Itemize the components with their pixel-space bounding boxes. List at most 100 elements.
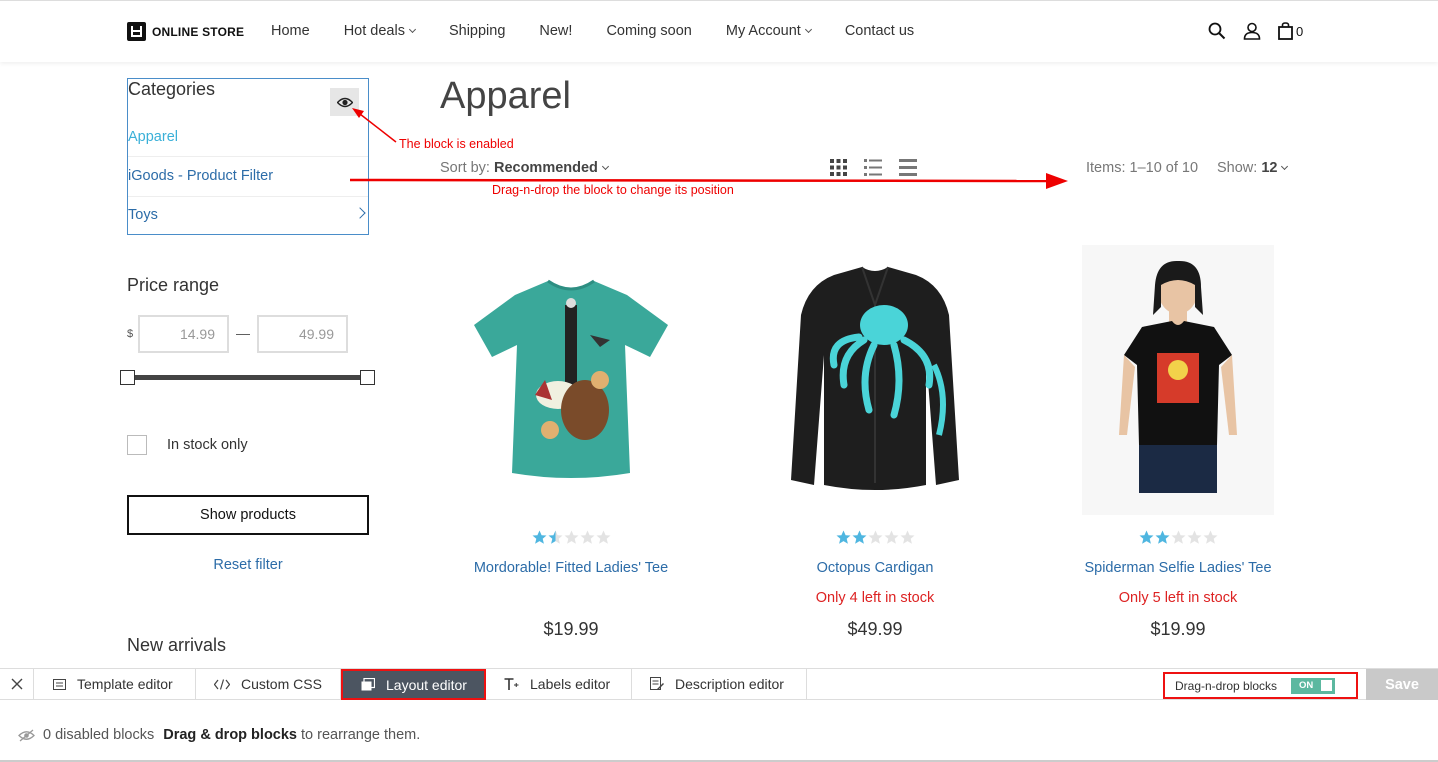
price-min-input[interactable]: 14.99 bbox=[138, 315, 229, 353]
drag-drop-hint-text: to rearrange them. bbox=[301, 727, 421, 743]
disabled-blocks-panel: 0 disabled blocks Drag & drop blocks to … bbox=[0, 700, 1438, 762]
tab-label: Layout editor bbox=[386, 676, 467, 693]
logo-icon bbox=[127, 22, 146, 41]
divider bbox=[128, 196, 368, 197]
tab-labels-editor[interactable]: Labels editor bbox=[486, 669, 632, 699]
product-image[interactable] bbox=[440, 245, 702, 515]
disabled-blocks-count: 0 disabled blocks bbox=[43, 727, 155, 743]
nav-label: Home bbox=[271, 23, 310, 39]
site-header: ONLINE STORE Home Hot deals Shipping New… bbox=[0, 0, 1438, 62]
nav-label: Contact us bbox=[844, 23, 915, 39]
description-icon bbox=[650, 677, 664, 690]
close-editor-button[interactable] bbox=[0, 669, 34, 699]
product-name[interactable]: Mordorable! Fitted Ladies' Tee bbox=[440, 560, 702, 576]
table-view-icon[interactable] bbox=[899, 159, 917, 176]
nav-item-coming-soon[interactable]: Coming soon bbox=[606, 23, 691, 39]
store-logo[interactable]: ONLINE STORE bbox=[127, 22, 244, 41]
per-page-dropdown[interactable]: Show: 12 bbox=[1217, 160, 1289, 176]
star-filled-icon bbox=[1139, 530, 1153, 544]
star-empty-icon bbox=[884, 530, 898, 544]
show-products-button[interactable]: Show products bbox=[127, 495, 369, 535]
nav-label: My Account bbox=[725, 23, 801, 39]
price-slider-min-handle[interactable] bbox=[120, 370, 135, 385]
nav-item-my-account[interactable]: My Account bbox=[725, 23, 812, 39]
star-empty-icon bbox=[596, 530, 610, 544]
in-stock-label[interactable]: In stock only bbox=[167, 437, 248, 453]
product-rating bbox=[744, 530, 1006, 545]
nav-item-new[interactable]: New! bbox=[539, 23, 572, 39]
tab-layout-editor[interactable]: Layout editor bbox=[341, 669, 486, 700]
category-label: Toys bbox=[128, 207, 158, 223]
eye-slash-icon bbox=[18, 729, 35, 741]
price-max-input[interactable]: 49.99 bbox=[257, 315, 348, 353]
product-image[interactable] bbox=[744, 245, 1006, 515]
sort-value: Recommended bbox=[493, 160, 598, 176]
category-igoods-product-filter[interactable]: iGoods - Product Filter bbox=[128, 168, 368, 184]
star-empty-icon bbox=[564, 530, 578, 544]
nav-item-contact-us[interactable]: Contact us bbox=[845, 23, 914, 39]
save-button[interactable]: Save bbox=[1366, 669, 1438, 700]
tab-label: Custom CSS bbox=[241, 676, 322, 692]
stock-warning: Only 4 left in stock bbox=[815, 590, 935, 606]
price-slider-track[interactable] bbox=[127, 375, 368, 380]
view-mode-switcher bbox=[830, 159, 917, 176]
categories-block[interactable]: Categories Apparel iGoods - Product Filt… bbox=[127, 78, 369, 235]
category-apparel[interactable]: Apparel bbox=[128, 129, 368, 145]
reset-filter-link[interactable]: Reset filter bbox=[127, 557, 369, 573]
category-toys[interactable]: Toys bbox=[128, 207, 368, 223]
nav-label: New! bbox=[539, 23, 573, 39]
star-empty-icon bbox=[580, 530, 594, 544]
nav-label: Shipping bbox=[448, 23, 506, 39]
product-rating bbox=[440, 530, 702, 545]
template-icon bbox=[53, 678, 66, 690]
star-empty-icon bbox=[1203, 530, 1217, 544]
chevron-down-icon bbox=[1281, 162, 1289, 171]
block-visibility-toggle[interactable] bbox=[330, 88, 359, 116]
star-filled-icon bbox=[852, 530, 866, 544]
user-icon[interactable] bbox=[1243, 22, 1261, 40]
chevron-down-icon bbox=[601, 162, 609, 171]
product-rating bbox=[1047, 530, 1309, 545]
sort-label: Sort by: bbox=[440, 160, 490, 176]
layout-icon bbox=[361, 678, 375, 691]
nav-item-shipping[interactable]: Shipping bbox=[449, 23, 505, 39]
list-view-icon[interactable] bbox=[864, 159, 882, 176]
tab-template-editor[interactable]: Template editor bbox=[35, 669, 196, 699]
new-arrivals-title: New arrivals bbox=[127, 635, 227, 655]
divider bbox=[128, 156, 368, 157]
nav-label: Coming soon bbox=[606, 23, 692, 39]
star-empty-icon bbox=[1171, 530, 1185, 544]
categories-title: Categories bbox=[128, 79, 216, 99]
search-icon[interactable] bbox=[1208, 22, 1226, 40]
stock-warning: Only 5 left in stock bbox=[1118, 590, 1238, 606]
eye-icon bbox=[336, 97, 353, 107]
nav-item-hot-deals[interactable]: Hot deals bbox=[344, 23, 416, 39]
items-count: Items: 1–10 of 10 bbox=[1086, 160, 1199, 176]
in-stock-checkbox[interactable] bbox=[127, 435, 147, 455]
page-title: Apparel bbox=[440, 75, 571, 117]
product-price: $19.99 bbox=[543, 619, 599, 639]
chevron-down-icon bbox=[804, 25, 812, 34]
toggle-knob bbox=[1321, 680, 1333, 691]
tab-label: Labels editor bbox=[530, 676, 611, 692]
close-icon bbox=[11, 678, 22, 690]
product-name[interactable]: Spiderman Selfie Ladies' Tee bbox=[1047, 560, 1309, 576]
sort-dropdown[interactable]: Sort by: Recommended bbox=[440, 160, 609, 176]
nav-item-home[interactable]: Home bbox=[271, 23, 310, 39]
star-half-icon bbox=[548, 530, 562, 544]
price-separator: — bbox=[236, 325, 250, 341]
star-filled-icon bbox=[1155, 530, 1169, 544]
per-page-value: 12 bbox=[1261, 160, 1278, 176]
cart-count: 0 bbox=[1296, 23, 1304, 39]
tab-description-editor[interactable]: Description editor bbox=[632, 669, 807, 699]
cart-button[interactable]: 0 bbox=[1278, 22, 1303, 40]
chevron-right-icon bbox=[354, 207, 366, 219]
grid-view-icon[interactable] bbox=[830, 159, 847, 176]
drag-drop-toggle[interactable]: ON bbox=[1291, 677, 1336, 694]
drag-drop-blocks-label: Drag-n-drop blocks bbox=[1175, 678, 1278, 693]
tab-custom-css[interactable]: Custom CSS bbox=[196, 669, 341, 699]
price-slider-max-handle[interactable] bbox=[360, 370, 375, 385]
main-nav: Home Hot deals Shipping New! Coming soon… bbox=[271, 23, 948, 39]
product-image[interactable] bbox=[1047, 245, 1309, 515]
product-name[interactable]: Octopus Cardigan bbox=[744, 560, 1006, 576]
